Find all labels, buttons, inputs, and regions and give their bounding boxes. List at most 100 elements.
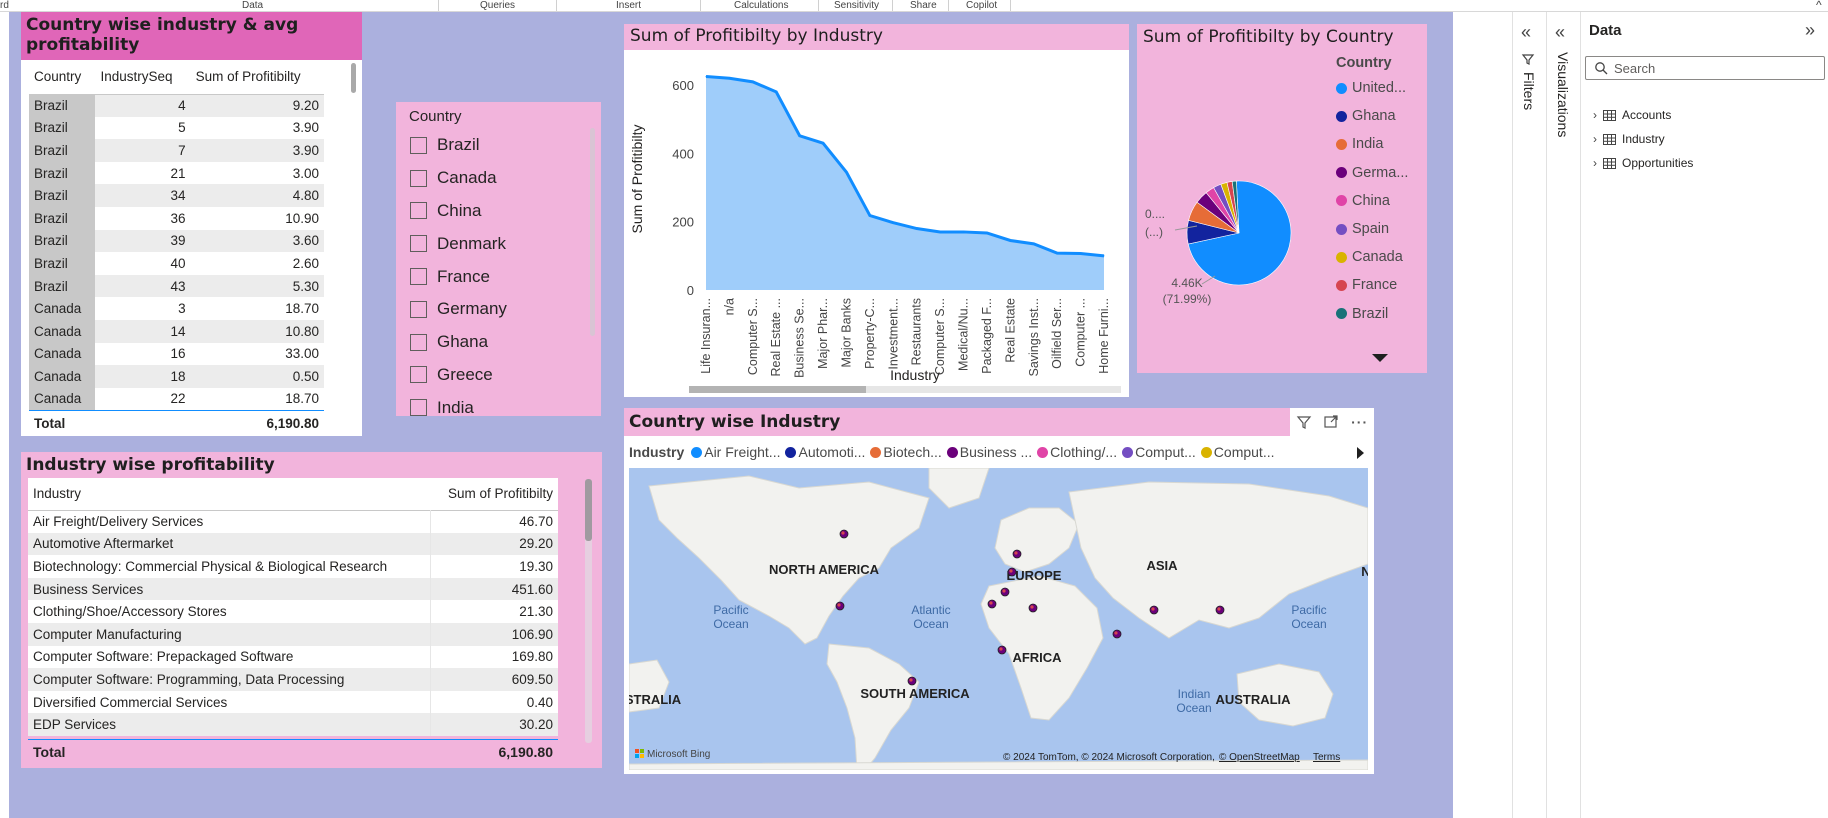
table2-row[interactable]: EDP Services 30.20	[28, 713, 558, 736]
table2-row[interactable]: Computer Software: Prepackaged Software 1…	[28, 645, 558, 669]
map-legend-item[interactable]: Biotech...	[870, 444, 942, 460]
table1-header-profit[interactable]: Sum of Profitibilty	[191, 60, 324, 94]
ribbon-label-rd[interactable]: rd	[0, 0, 9, 11]
terms-link[interactable]: Terms	[1313, 752, 1340, 763]
table2-row[interactable]: Computer Software: Programming, Data Pro…	[28, 668, 558, 691]
data-field-table[interactable]: › Industry	[1593, 127, 1693, 151]
table2-row[interactable]: Computer Manufacturing 106.90	[28, 622, 558, 646]
table2-header-profit[interactable]: Sum of Profitibilty	[431, 478, 558, 510]
slicer-item[interactable]: Canada	[396, 162, 601, 195]
area-point[interactable]	[916, 228, 918, 230]
pie-legend-item[interactable]: India	[1336, 130, 1426, 158]
more-options-icon[interactable]: ···	[1351, 414, 1368, 430]
map-legend-item[interactable]: Air Freight...	[691, 444, 780, 460]
country-industry-table-visual[interactable]: Country wise industry & avg profitabilit…	[21, 12, 362, 436]
slicer-checkbox[interactable]	[410, 169, 427, 187]
data-field-table[interactable]: › Accounts	[1593, 103, 1693, 127]
pie-legend-item[interactable]: Brazil	[1336, 300, 1426, 328]
pie-legend-item[interactable]: China	[1336, 187, 1426, 215]
pie-legend-item[interactable]: Ghana	[1336, 102, 1426, 130]
table1-row[interactable]: Canada 18 0.50	[29, 365, 324, 388]
industry-profit-table-visual[interactable]: Industry wise profitability Industry Sum…	[21, 452, 602, 768]
area-point[interactable]	[986, 232, 988, 234]
area-point[interactable]	[1009, 239, 1011, 241]
slicer-item[interactable]: France	[396, 260, 601, 293]
slicer-checkbox[interactable]	[410, 399, 427, 416]
table1-header-country[interactable]: Country	[29, 60, 95, 94]
area-point[interactable]	[822, 142, 824, 144]
slicer-item[interactable]: Greece	[396, 359, 601, 392]
table1-header-industryseq[interactable]: IndustrySeq	[95, 60, 190, 94]
map-legend-item[interactable]: Business ...	[946, 444, 1032, 460]
ribbon-label-calculations[interactable]: Calculations	[734, 0, 788, 11]
pie-legend-item[interactable]: Canada	[1336, 243, 1426, 271]
pie-legend-item[interactable]: United...	[1336, 74, 1426, 102]
filter-icon[interactable]	[1296, 414, 1312, 430]
filters-expand-icon[interactable]: «	[1521, 22, 1531, 43]
filters-pane-label[interactable]: Filters	[1521, 72, 1537, 110]
table2-row[interactable]: Clothing/Shoe/Accessory Stores 21.30	[28, 600, 558, 623]
pie-legend-item[interactable]: Germa...	[1336, 159, 1426, 187]
table1-row[interactable]: Brazil 36 10.90	[29, 206, 324, 230]
area-point[interactable]	[1056, 252, 1058, 254]
slicer-checkbox[interactable]	[410, 366, 427, 384]
ribbon-label-insert[interactable]: Insert	[616, 0, 641, 11]
table1-row[interactable]: Canada 3 18.70	[29, 297, 324, 320]
table1-row[interactable]: Canada 22 18.70	[29, 387, 324, 411]
chevron-right-icon[interactable]: ›	[1593, 108, 1597, 122]
ribbon-collapse-icon[interactable]: ^	[1816, 0, 1822, 11]
area-point[interactable]	[869, 215, 871, 217]
slicer-item[interactable]: Ghana	[396, 326, 601, 359]
table1-row[interactable]: Canada 16 33.00	[29, 342, 324, 366]
table1-row[interactable]: Brazil 39 3.60	[29, 229, 324, 253]
slicer-item[interactable]: China	[396, 195, 601, 228]
slicer-checkbox[interactable]	[410, 235, 427, 253]
area-point[interactable]	[728, 77, 730, 79]
table1-row[interactable]: Brazil 5 3.90	[29, 116, 324, 140]
osm-link[interactable]: © OpenStreetMap	[1219, 752, 1300, 763]
table1-row[interactable]: Brazil 34 4.80	[29, 184, 324, 207]
chevron-right-icon[interactable]: ›	[1593, 156, 1597, 170]
ribbon-label-queries[interactable]: Queries	[480, 0, 515, 11]
area-point[interactable]	[799, 135, 801, 137]
slicer-scrollbar[interactable]	[590, 128, 595, 336]
slicer-item[interactable]: Germany	[396, 293, 601, 326]
pie-legend-item[interactable]: France	[1336, 271, 1426, 299]
table2-row[interactable]: Diversified Commercial Services 0.40	[28, 690, 558, 714]
table1-scrollbar[interactable]	[351, 63, 356, 93]
map-canvas[interactable]: NORTH AMERICA EUROPEASIAAFRICASOUTH AMERI…	[629, 468, 1368, 770]
visualizations-pane-collapsed[interactable]: « Visualizations	[1547, 12, 1581, 818]
table1-row[interactable]: Brazil 4 9.20	[29, 94, 324, 117]
visualizations-expand-icon[interactable]: «	[1555, 22, 1565, 43]
table1-row[interactable]: Canada 14 10.80	[29, 319, 324, 343]
table2-row[interactable]: Automotive Aftermarket 29.20	[28, 532, 558, 556]
ribbon-label-data[interactable]: Data	[242, 0, 263, 11]
profit-by-industry-chart[interactable]: Sum of Profitibilty by Industry 0 200 400 6…	[624, 24, 1129, 397]
table2-row[interactable]: Air Freight/Delivery Services 46.70	[28, 510, 558, 533]
filters-pane-collapsed[interactable]: « Filters	[1513, 12, 1547, 818]
slicer-item[interactable]: Brazil	[396, 129, 601, 162]
visualizations-pane-label[interactable]: Visualizations	[1555, 52, 1571, 137]
slicer-checkbox[interactable]	[410, 136, 427, 154]
chevron-right-icon[interactable]: ›	[1593, 132, 1597, 146]
table2-row[interactable]: Biotechnology: Commercial Physical & Bio…	[28, 555, 558, 578]
slicer-checkbox[interactable]	[410, 268, 427, 286]
profit-by-country-chart[interactable]: Sum of Profitibilty by Country 4.46K (71.…	[1137, 24, 1427, 373]
map-legend-item[interactable]: Clothing/...	[1037, 444, 1117, 460]
area-point[interactable]	[1033, 243, 1035, 245]
data-pane-collapse-icon[interactable]: »	[1805, 20, 1815, 41]
ribbon-label-sensitivity[interactable]: Sensitivity	[834, 0, 879, 11]
pie-legend-item[interactable]: Spain	[1336, 215, 1426, 243]
map-legend-next-icon[interactable]	[1357, 447, 1364, 459]
map-legend-item[interactable]: Comput...	[1122, 444, 1196, 460]
table1-row[interactable]: Brazil 40 2.60	[29, 252, 324, 275]
country-slicer[interactable]: Country Brazil Canada China Denmark France Ge…	[396, 102, 601, 416]
map-legend-item[interactable]: Comput...	[1200, 444, 1275, 460]
table1-row[interactable]: Brazil 43 5.30	[29, 274, 324, 298]
country-industry-map-visual[interactable]: Country wise Industry ··· Industry Air F…	[624, 408, 1374, 774]
table2-row[interactable]: Business Services 451.60	[28, 577, 558, 601]
map-legend-item[interactable]: Automoti...	[785, 444, 865, 460]
area-point[interactable]	[892, 222, 894, 224]
area-point[interactable]	[845, 171, 847, 173]
x-scrollbar[interactable]	[689, 386, 866, 393]
